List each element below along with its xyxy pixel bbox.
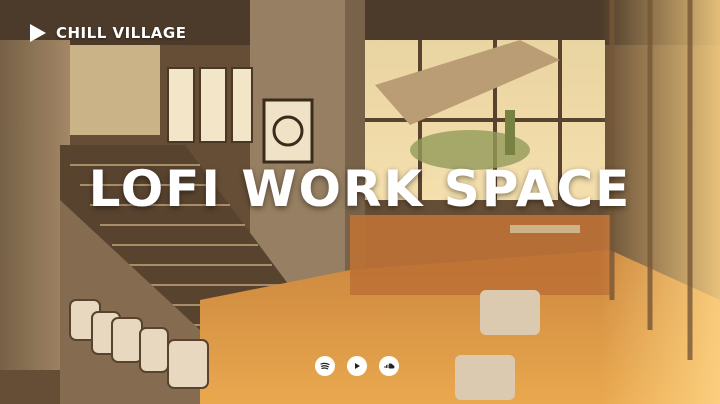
- soundcloud-icon[interactable]: [379, 356, 399, 376]
- play-icon: [30, 24, 46, 42]
- thumbnail-scene: CHILL VILLAGE LOFI WORK SPACE: [0, 0, 720, 404]
- channel-name: CHILL VILLAGE: [56, 24, 187, 42]
- social-icons: [315, 356, 399, 376]
- spotify-icon[interactable]: [315, 356, 335, 376]
- channel-brand[interactable]: CHILL VILLAGE: [30, 24, 186, 42]
- video-title: LOFI WORK SPACE: [88, 160, 632, 218]
- youtube-icon[interactable]: [347, 356, 367, 376]
